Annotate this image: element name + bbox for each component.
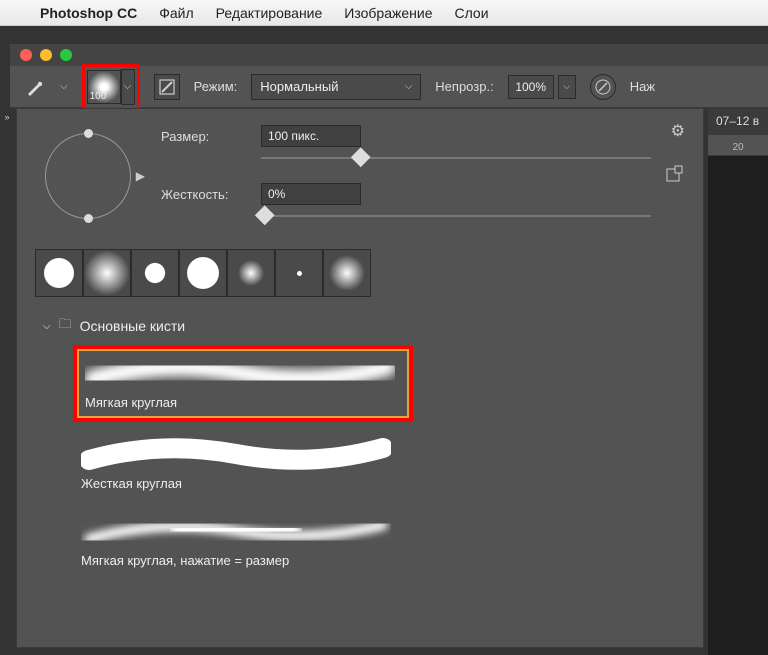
menu-image[interactable]: Изображение (344, 5, 432, 21)
canvas[interactable] (708, 156, 768, 655)
mode-label: Режим: (194, 79, 238, 94)
brush-name: Мягкая круглая, нажатие = размер (81, 553, 405, 568)
category-header[interactable]: ⌵ 🗀 Основные кисти (43, 315, 677, 337)
opacity-control: 100% ⌵ (508, 75, 576, 99)
brush-name: Мягкая круглая (85, 395, 401, 410)
brush-item-soft-round-pressure[interactable]: Мягкая круглая, нажатие = размер (73, 507, 413, 576)
size-label: Размер: (161, 129, 247, 144)
menu-edit[interactable]: Редактирование (216, 5, 323, 21)
recent-brush[interactable] (83, 249, 131, 297)
menu-file[interactable]: Файл (159, 5, 193, 21)
brush-stroke-preview (81, 513, 391, 547)
menu-layers[interactable]: Слои (455, 5, 489, 21)
hardness-input[interactable]: 0% (261, 183, 361, 205)
brush-size-label: 100 (90, 91, 107, 102)
opacity-label: Непрозр.: (435, 79, 493, 94)
window-zoom-icon[interactable] (60, 49, 72, 61)
document-tab[interactable]: 07–12 в (708, 108, 768, 134)
recent-brush[interactable] (275, 249, 323, 297)
recent-brush[interactable] (131, 249, 179, 297)
recent-brushes-row (17, 235, 703, 307)
ruler-tick: 20 (732, 142, 743, 153)
window-minimize-icon[interactable] (40, 49, 52, 61)
size-input[interactable]: 100 пикс. (261, 125, 361, 147)
opacity-chevron-icon[interactable]: ⌵ (558, 75, 576, 99)
blend-mode-dropdown[interactable]: Нормальный ⌵ (251, 74, 421, 100)
brush-preview-thumb: 100 (87, 70, 121, 104)
brush-category: ⌵ 🗀 Основные кисти Мягкая круглая Жестка… (17, 307, 703, 584)
recent-brush[interactable] (227, 249, 275, 297)
hardness-label: Жесткость: (161, 187, 247, 202)
brush-stroke-preview (85, 355, 395, 389)
disclosure-triangle-icon: ⌵ (43, 321, 51, 332)
pressure-opacity-icon[interactable] (590, 74, 616, 100)
folder-icon: 🗀 (59, 315, 72, 337)
opacity-value-field[interactable]: 100% (508, 75, 554, 99)
mac-menubar: Photoshop CC Файл Редактирование Изображ… (0, 0, 768, 26)
brush-settings-toggle-icon[interactable] (154, 74, 180, 100)
recent-brush[interactable] (323, 249, 371, 297)
chevron-down-icon: ⌵ (405, 81, 413, 92)
app-window: ⌵ 100 ⌵ Режим: Нормальный ⌵ Непрозр.: 10… (10, 44, 768, 108)
hardness-slider[interactable] (261, 209, 651, 223)
options-bar: ⌵ 100 ⌵ Режим: Нормальный ⌵ Непрозр.: 10… (10, 66, 768, 108)
brush-preset-picker[interactable]: 100 ⌵ (82, 64, 140, 110)
panel-collapse-chevron-icon[interactable]: » (0, 112, 14, 122)
brush-preset-panel: ▶ Размер: 100 пикс. Жесткость: 0% ⚙ (16, 108, 704, 648)
gear-icon[interactable]: ⚙ (671, 121, 685, 141)
recent-brush[interactable] (179, 249, 227, 297)
brush-tool-icon[interactable] (24, 76, 46, 98)
category-name: Основные кисти (80, 318, 186, 334)
brush-stroke-preview (81, 436, 391, 470)
new-brush-icon[interactable] (665, 165, 683, 183)
size-slider[interactable] (261, 151, 651, 165)
window-close-icon[interactable] (20, 49, 32, 61)
brush-name: Жесткая круглая (81, 476, 405, 491)
flow-label-partial: Наж (630, 79, 655, 94)
tool-preset-chevron-icon[interactable]: ⌵ (60, 81, 68, 92)
recent-brush[interactable] (35, 249, 83, 297)
angle-arrow-icon: ▶ (136, 169, 145, 183)
ruler-horizontal: 20 (708, 134, 768, 156)
brush-preset-chevron-icon[interactable]: ⌵ (121, 69, 135, 105)
blend-mode-value: Нормальный (260, 79, 338, 94)
brush-item-soft-round[interactable]: Мягкая круглая (73, 345, 413, 422)
app-name[interactable]: Photoshop CC (40, 5, 137, 21)
brush-angle-control[interactable]: ▶ (33, 121, 143, 231)
brush-item-hard-round[interactable]: Жесткая круглая (73, 430, 413, 499)
